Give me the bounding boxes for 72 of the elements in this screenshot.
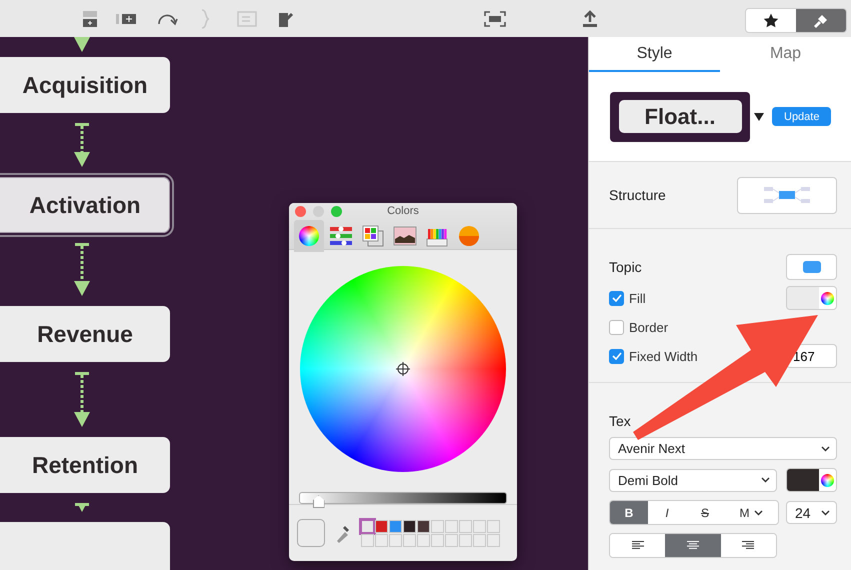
slider-thumb[interactable] [312, 495, 325, 508]
chevron-down-icon [821, 446, 830, 452]
empty-swatch[interactable] [473, 520, 486, 533]
close-icon[interactable] [295, 206, 306, 217]
shape-picker[interactable] [786, 254, 837, 280]
palette-grid-icon [362, 225, 384, 247]
font-weight-select[interactable]: Demi Bold [609, 468, 777, 492]
checkbox-label: Border [629, 320, 668, 334]
fill-color-well[interactable] [786, 286, 837, 310]
color-wheel-icon [821, 292, 834, 304]
empty-swatch[interactable] [487, 534, 500, 547]
empty-swatch[interactable] [445, 520, 458, 533]
panel-tab[interactable]: Map [720, 37, 851, 72]
topic-node[interactable]: Acquisition [0, 57, 170, 113]
crayon-sphere-icon [458, 225, 480, 247]
topic-node[interactable]: Retention [0, 437, 170, 493]
checkmark-icon [612, 294, 622, 302]
color-swatch[interactable] [361, 520, 374, 533]
checkmark-icon [612, 352, 622, 360]
align-right-icon [742, 541, 754, 550]
color-mode-tab[interactable] [294, 220, 324, 252]
text-color-well[interactable] [786, 468, 837, 492]
empty-swatch[interactable] [487, 520, 500, 533]
chevron-down-icon [761, 477, 770, 483]
font-size-select[interactable]: 24 [786, 501, 837, 524]
color-swatch[interactable] [375, 520, 388, 533]
section-label: Topic [609, 259, 642, 275]
checkbox[interactable] [609, 320, 624, 334]
empty-swatch[interactable] [445, 534, 458, 547]
empty-swatch[interactable] [431, 534, 444, 547]
arrow-connector [72, 37, 92, 53]
window-title: Colors [386, 205, 420, 217]
preview-topic: Float... [618, 100, 742, 134]
empty-swatch[interactable] [473, 534, 486, 547]
color-swatch[interactable] [389, 520, 402, 533]
zoom-icon[interactable] [331, 206, 342, 217]
style-preview[interactable]: Float... [610, 92, 750, 142]
color-wheel-icon [299, 226, 319, 246]
empty-swatch[interactable] [459, 534, 472, 547]
dotted-arrow-connector [72, 123, 92, 167]
brush-icon[interactable] [796, 9, 846, 32]
color-swatch[interactable] [403, 520, 416, 533]
align-center-icon [686, 541, 699, 550]
checkbox[interactable] [609, 348, 624, 364]
dotted-arrow-connector [72, 372, 92, 427]
sliders-icon [329, 225, 353, 247]
empty-swatch[interactable] [431, 520, 444, 533]
dotted-arrow-connector [72, 503, 92, 512]
topic-node[interactable]: Revenue [0, 306, 170, 362]
checkbox-label: Fixed Width [629, 348, 698, 364]
chevron-down-icon [821, 510, 830, 516]
checkbox[interactable] [609, 290, 624, 306]
dotted-arrow-connector [72, 243, 92, 296]
text-style-button[interactable]: B [610, 501, 648, 524]
section-label: Tex [609, 413, 632, 429]
landscape-image-icon [393, 226, 417, 246]
current-color-well[interactable] [297, 519, 325, 548]
section-label: Structure [609, 187, 666, 203]
topic-node[interactable] [0, 522, 170, 570]
dropdown-triangle-icon[interactable] [754, 112, 764, 121]
eyedropper-icon[interactable] [335, 523, 351, 544]
structure-icon [764, 186, 810, 204]
align-left-icon [632, 541, 644, 550]
rounded-rectangle-icon [802, 261, 820, 273]
topic-node[interactable]: Activation [0, 177, 170, 233]
structure-picker[interactable] [737, 176, 837, 214]
chevron-down-icon [754, 510, 762, 516]
checkbox-label: Fill [629, 290, 646, 306]
empty-swatch[interactable] [459, 520, 472, 533]
font-family-select[interactable]: Avenir Next [609, 437, 837, 460]
color-wheel-icon [821, 474, 834, 486]
color-swatch[interactable] [417, 520, 430, 533]
